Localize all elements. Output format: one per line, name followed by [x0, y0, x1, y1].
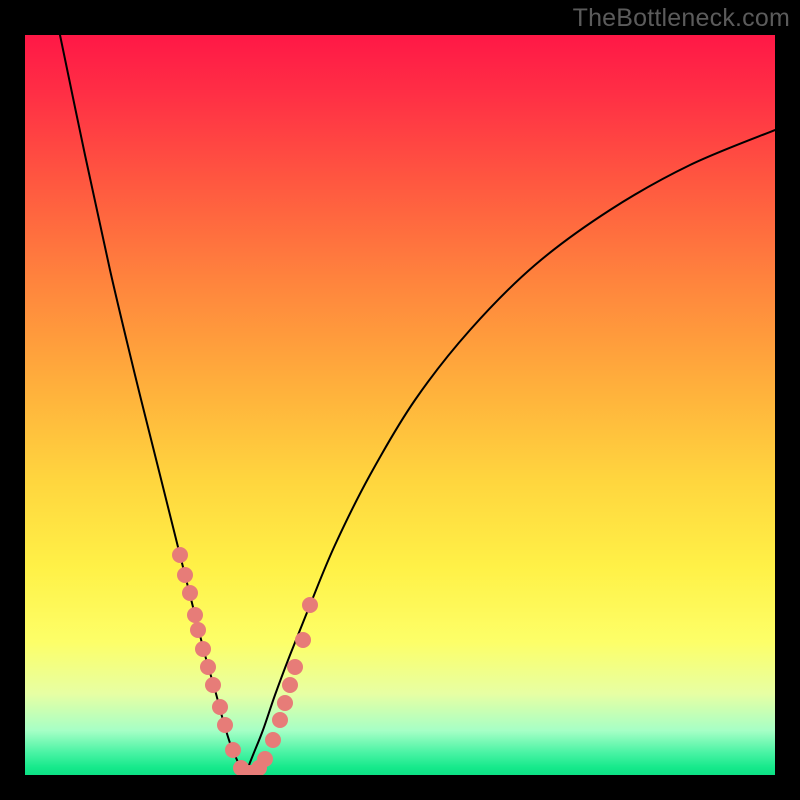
data-marker [217, 717, 233, 733]
data-marker [257, 751, 273, 767]
curve-left [60, 35, 245, 775]
data-marker [265, 732, 281, 748]
data-marker [187, 607, 203, 623]
data-marker [172, 547, 188, 563]
data-marker [182, 585, 198, 601]
data-marker [190, 622, 206, 638]
data-marker [272, 712, 288, 728]
data-marker [287, 659, 303, 675]
data-marker [282, 677, 298, 693]
data-marker [195, 641, 211, 657]
watermark-text: TheBottleneck.com [573, 4, 790, 33]
data-marker [177, 567, 193, 583]
data-marker [212, 699, 228, 715]
data-marker [200, 659, 216, 675]
data-marker [277, 695, 293, 711]
plot-area [25, 35, 775, 775]
data-marker [302, 597, 318, 613]
marker-layer [172, 547, 318, 775]
data-marker [295, 632, 311, 648]
data-marker [225, 742, 241, 758]
data-marker [205, 677, 221, 693]
plot-svg [25, 35, 775, 775]
curve-right [245, 130, 775, 775]
chart-container: TheBottleneck.com [0, 0, 800, 800]
